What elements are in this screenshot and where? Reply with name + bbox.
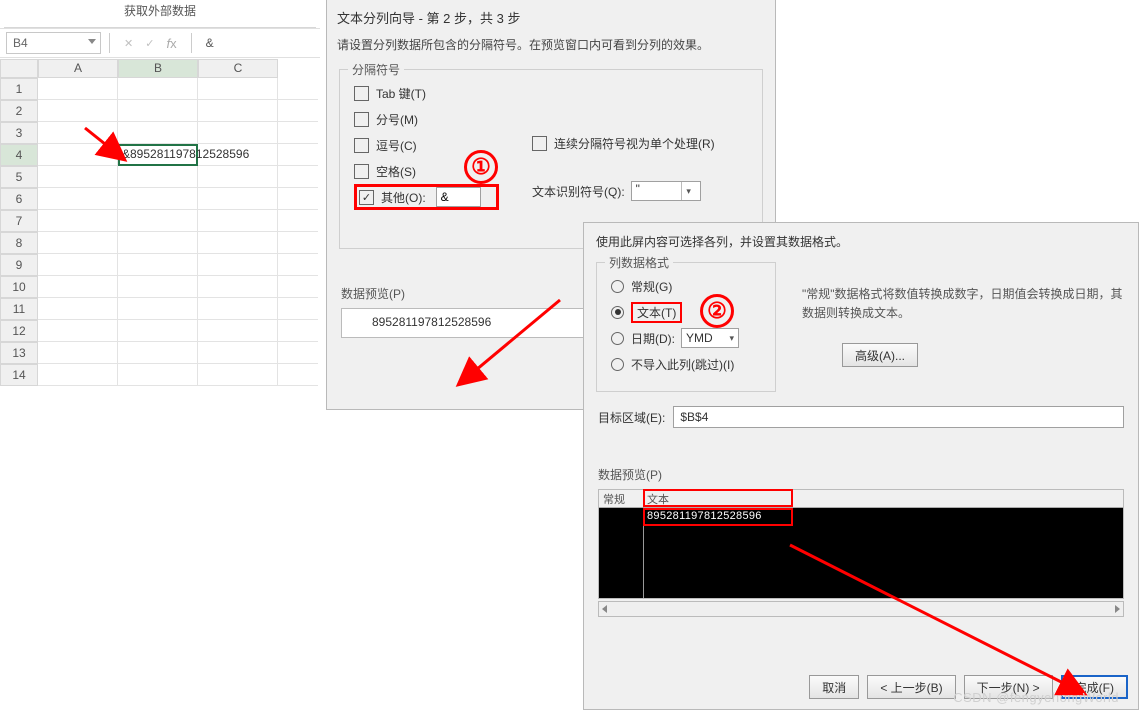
text-to-columns-step3-dialog: 使用此屏内容可选择各列，并设置其数据格式。 列数据格式 常规(G) 文本(T) … [583, 222, 1139, 710]
cell-b4-value: &895281197812528596 [122, 147, 249, 161]
chevron-down-icon: ▾ [729, 333, 734, 344]
annotation-circle-2: ② [700, 294, 734, 328]
row-header[interactable]: 10 [0, 276, 38, 298]
namebox[interactable]: B4 [6, 32, 101, 54]
column-header[interactable]: B [118, 59, 198, 78]
group-column-format: 列数据格式 [605, 254, 673, 271]
other-delimiter-input[interactable] [436, 187, 481, 207]
annotation-highlight [643, 489, 793, 507]
horizontal-scrollbar[interactable] [598, 601, 1124, 617]
text-qualifier-combo[interactable]: "▾ [631, 181, 701, 201]
namebox-value: B4 [13, 36, 28, 50]
row-header[interactable]: 3 [0, 122, 38, 144]
select-all-corner[interactable] [0, 59, 38, 78]
formula-bar-content[interactable]: & [206, 36, 214, 50]
back-button[interactable]: < 上一步(B) [867, 675, 955, 699]
row-header[interactable]: 7 [0, 210, 38, 232]
preview-col-header: 常规 [603, 491, 625, 507]
format-hint: "常规"数据格式将数值转换成数字，日期值会转换成日期，其数据则转换成文本。 [802, 285, 1132, 323]
dialog-desc: 请设置分列数据所包含的分隔符号。在预览窗口内可看到分列的效果。 [327, 32, 775, 63]
radio-general[interactable]: 常规(G) [611, 273, 765, 299]
annotation-circle-1: ① [464, 150, 498, 184]
checkbox-other[interactable]: ✓ 其他(O): [354, 184, 499, 210]
column-header[interactable]: C [198, 59, 278, 78]
radio-date[interactable]: 日期(D): YMD▾ [611, 325, 765, 351]
checkbox-semicolon[interactable]: 分号(M) [354, 106, 752, 132]
preview-label: 数据预览(P) [598, 466, 1124, 483]
chevron-down-icon: ▾ [681, 182, 696, 200]
row-header[interactable]: 5 [0, 166, 38, 188]
row-header[interactable]: 6 [0, 188, 38, 210]
cancel-button[interactable]: 取消 [809, 675, 859, 699]
target-range-input[interactable]: $B$4 [673, 406, 1124, 428]
date-format-combo[interactable]: YMD▾ [681, 328, 739, 348]
cancel-icon[interactable]: ✕ [124, 37, 133, 50]
checkbox-consecutive[interactable]: 连续分隔符号视为单个处理(R) [532, 130, 715, 156]
watermark: CSDN @fengyehongWorld [953, 690, 1119, 705]
row-header[interactable]: 4 [0, 144, 38, 166]
row-header[interactable]: 8 [0, 232, 38, 254]
annotation-highlight [643, 508, 793, 526]
advanced-button[interactable]: 高级(A)... [842, 343, 918, 367]
ribbon-group-label: 获取外部数据 [0, 0, 320, 28]
row-header[interactable]: 13 [0, 342, 38, 364]
row-header[interactable]: 11 [0, 298, 38, 320]
preview-box[interactable]: 常规 文本 895281197812528596 [598, 489, 1124, 599]
row-header[interactable]: 12 [0, 320, 38, 342]
chevron-down-icon[interactable] [88, 39, 96, 44]
row-header[interactable]: 2 [0, 100, 38, 122]
group-delimiters: 分隔符号 [348, 61, 404, 78]
accept-icon[interactable]: ✓ [145, 37, 154, 50]
formula-bar: B4 ✕ ✓ fx & [0, 28, 320, 58]
dialog-title: 文本分列向导 - 第 2 步，共 3 步 [327, 0, 775, 32]
check-icon: ✓ [359, 190, 374, 205]
text-qualifier-row: 文本识别符号(Q): "▾ [532, 178, 715, 204]
radio-skip[interactable]: 不导入此列(跳过)(I) [611, 351, 765, 377]
row-header[interactable]: 14 [0, 364, 38, 386]
checkbox-tab[interactable]: Tab 键(T) [354, 80, 752, 106]
column-header[interactable]: A [38, 59, 118, 78]
target-range-row: 目标区域(E): $B$4 [598, 406, 1124, 428]
row-header[interactable]: 9 [0, 254, 38, 276]
radio-text[interactable]: 文本(T) [611, 299, 765, 325]
row-header[interactable]: 1 [0, 78, 38, 100]
fx-icon[interactable]: fx [166, 36, 176, 51]
dialog-desc: 使用此屏内容可选择各列，并设置其数据格式。 [584, 223, 1138, 256]
